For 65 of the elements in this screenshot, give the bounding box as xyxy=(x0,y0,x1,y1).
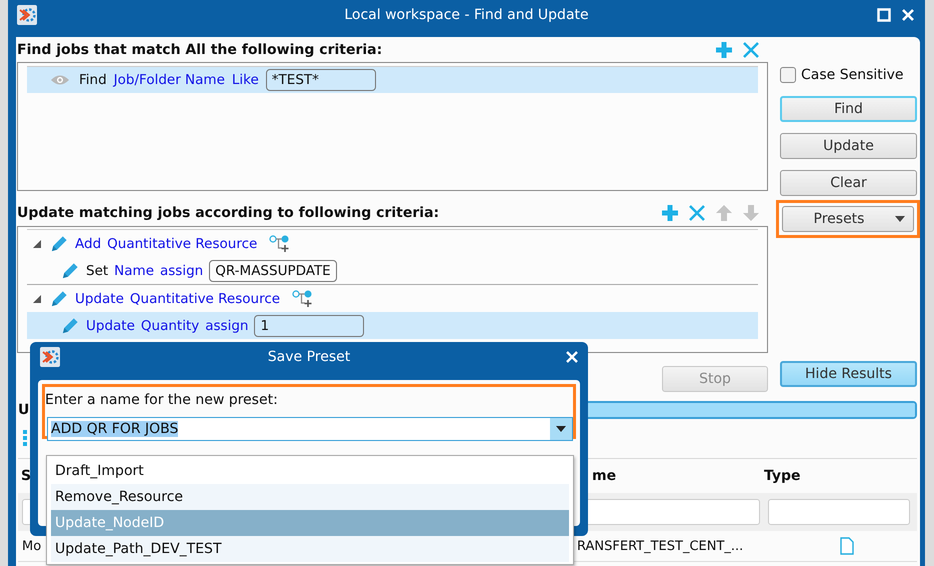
column-chooser-icon[interactable] xyxy=(23,430,27,446)
preset-name-combo[interactable]: ADD QR FOR JOBS xyxy=(47,417,573,441)
column-header[interactable]: S xyxy=(18,468,32,484)
add-child-node-icon[interactable] xyxy=(269,234,292,252)
rule-row[interactable]: Add Quantitative Resource xyxy=(27,230,758,257)
action-button[interactable]: Clear xyxy=(780,170,917,196)
criteria-verb: Find xyxy=(79,72,107,88)
operator-link[interactable]: Like xyxy=(232,72,259,88)
add-child-node-icon[interactable] xyxy=(292,290,314,308)
remove-icon[interactable] xyxy=(742,40,760,58)
add-icon[interactable] xyxy=(661,204,679,222)
action-button[interactable]: Update xyxy=(780,133,917,159)
close-icon[interactable] xyxy=(566,351,578,363)
field-link[interactable]: Job/Folder Name xyxy=(114,72,225,88)
pencil-icon[interactable] xyxy=(50,289,69,308)
dialog-title: Save Preset xyxy=(266,349,352,365)
dropdown-option[interactable]: Remove_Resource xyxy=(51,484,569,510)
remove-icon[interactable] xyxy=(688,204,706,222)
dropdown-option[interactable]: Update_Path_DEV_TEST xyxy=(51,536,569,562)
checkbox-label: Case Sensitive xyxy=(801,67,904,83)
table-cell: Mo xyxy=(22,538,42,554)
field-link[interactable]: Quantity xyxy=(140,318,200,334)
window-title: Local workspace - Find and Update xyxy=(343,6,590,22)
column-header[interactable]: me xyxy=(592,468,616,484)
pencil-icon[interactable] xyxy=(61,261,80,280)
action-verb: Set xyxy=(86,262,108,278)
close-icon[interactable] xyxy=(901,8,915,22)
operator-link[interactable]: assign xyxy=(160,262,204,278)
pencil-icon[interactable] xyxy=(61,316,80,335)
section-title: Find jobs that match All the following criteria: xyxy=(17,42,382,58)
collapse-icon[interactable] xyxy=(33,240,41,248)
rule-target-link[interactable]: Quantitative Resource xyxy=(107,236,258,252)
prompt-label: Enter a name for the new preset: xyxy=(45,392,279,408)
file-icon xyxy=(840,537,854,555)
caret-icon xyxy=(895,216,905,222)
add-icon[interactable] xyxy=(715,40,733,58)
value-field[interactable]: QR-MASSUPDATE xyxy=(209,260,337,282)
value-field[interactable]: 1 xyxy=(254,314,364,336)
maximize-icon[interactable] xyxy=(877,8,891,22)
caret-icon[interactable] xyxy=(556,426,566,432)
dropdown-option[interactable]: Draft_Import xyxy=(51,458,569,484)
rule-row[interactable]: Update Quantity assign 1 xyxy=(27,312,758,339)
hide-results-button[interactable]: Hide Results xyxy=(780,361,917,387)
value-field[interactable]: *TEST* xyxy=(266,69,376,91)
rule-target-link[interactable]: Quantitative Resource xyxy=(130,290,280,306)
results-title: U xyxy=(18,402,30,418)
action-button[interactable]: Find xyxy=(780,96,917,122)
rule-verb-link[interactable]: Update xyxy=(75,290,124,306)
app-logo-icon xyxy=(40,347,60,367)
field-link[interactable]: Name xyxy=(114,262,154,278)
column-header[interactable]: Type xyxy=(764,468,801,484)
criteria-row[interactable]: Find Job/Folder Name Like *TEST* xyxy=(27,66,758,93)
presets-button[interactable]: Presets xyxy=(782,206,914,232)
rule-row[interactable]: Set Name assign QR-MASSUPDATE xyxy=(27,257,758,284)
app-logo-icon xyxy=(17,4,37,24)
table-cell: RANSFERT_TEST_CENT_... xyxy=(577,538,744,554)
collapse-icon[interactable] xyxy=(33,294,41,302)
section-title: Update matching jobs according to following criteria: xyxy=(17,205,440,221)
action-verb[interactable]: Update xyxy=(86,318,135,334)
rule-verb-link[interactable]: Add xyxy=(75,236,102,252)
rule-row[interactable]: Update Quantitative Resource xyxy=(27,285,758,312)
filter-field[interactable] xyxy=(768,499,910,525)
pencil-icon[interactable] xyxy=(50,234,69,253)
checkbox[interactable] xyxy=(780,67,796,83)
operator-link[interactable]: assign xyxy=(205,318,248,334)
